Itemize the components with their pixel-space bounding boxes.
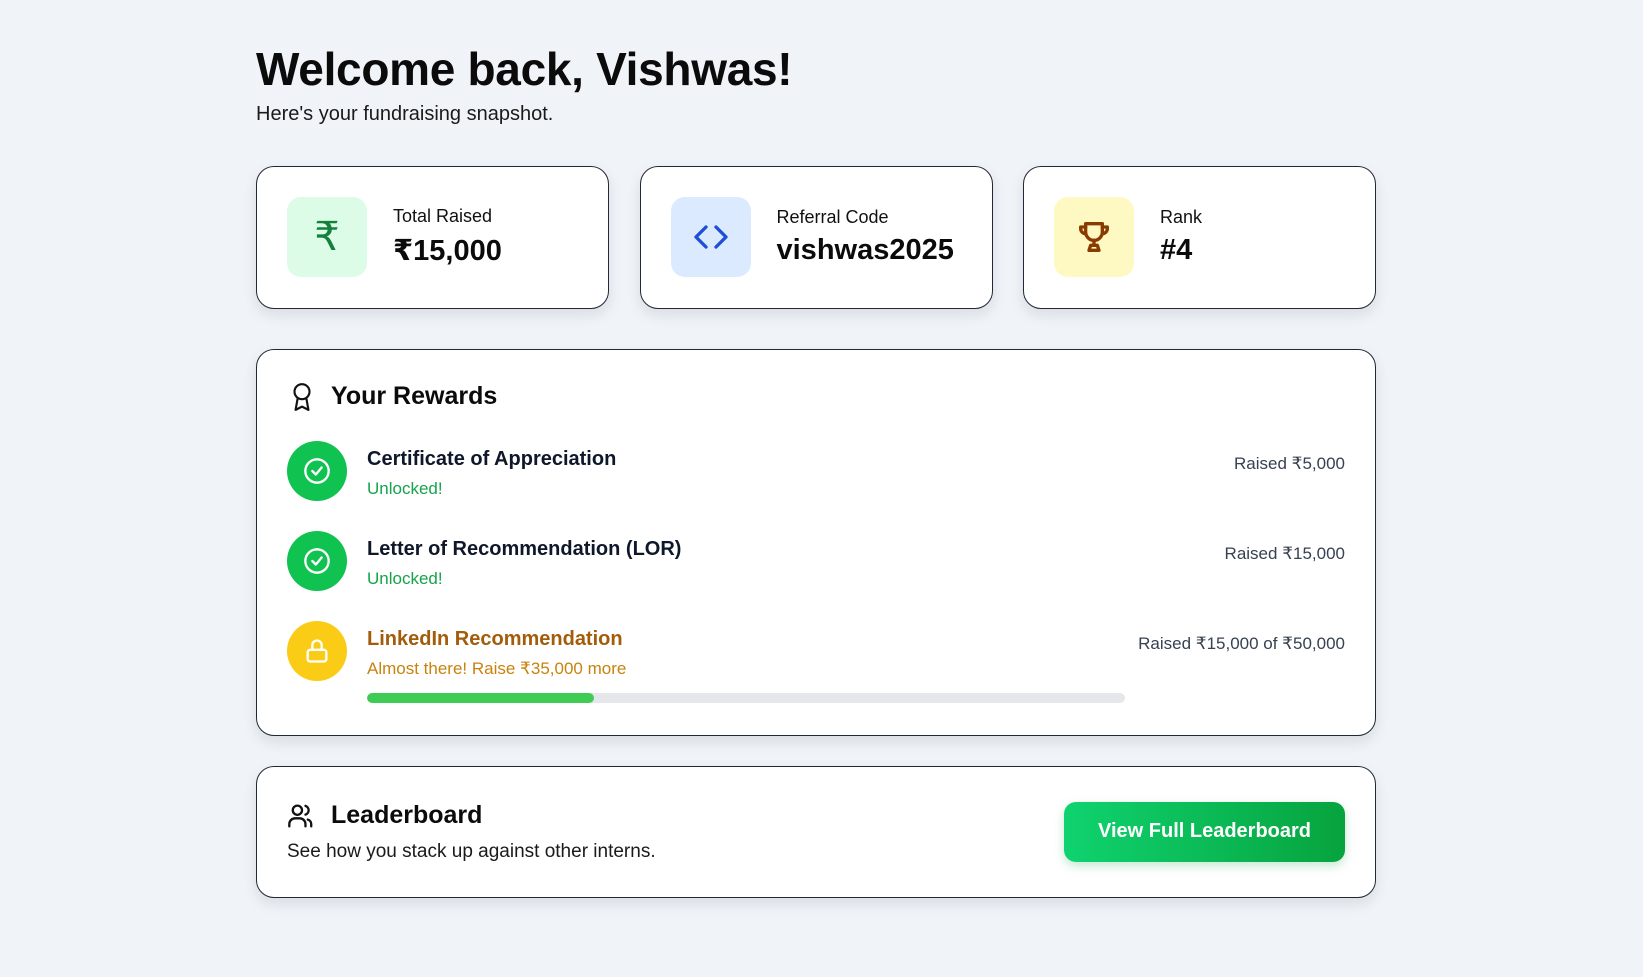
dashboard: Welcome back, Vishwas! Here's your fundr… xyxy=(256,44,1376,898)
reward-progress-bar xyxy=(367,692,1125,703)
lock-icon xyxy=(287,620,347,681)
reward-raised: Raised ₹15,000 of ₹50,000 xyxy=(1138,633,1345,653)
stat-label: Referral Code xyxy=(776,207,889,228)
reward-item-lor: Letter of Recommendation (LOR) Unlocked!… xyxy=(287,530,1345,593)
leaderboard-title: Leaderboard xyxy=(331,801,483,830)
page-title: Welcome back, Vishwas! xyxy=(256,43,793,95)
stat-value: ₹15,000 xyxy=(393,235,502,268)
reward-item-certificate: Certificate of Appreciation Unlocked! Ra… xyxy=(287,440,1345,503)
code-icon xyxy=(670,197,751,278)
award-icon xyxy=(287,382,317,412)
stat-card-rank: Rank #4 xyxy=(1023,165,1376,309)
reward-name: Letter of Recommendation (LOR) xyxy=(367,537,682,560)
reward-raised: Raised ₹15,000 xyxy=(1224,543,1345,563)
rewards-title: Your Rewards xyxy=(331,382,498,411)
check-circle-icon xyxy=(287,440,347,501)
trophy-icon xyxy=(1054,197,1134,278)
stat-value: #4 xyxy=(1160,234,1193,267)
reward-item-linkedin: LinkedIn Recommendation Almost there! Ra… xyxy=(287,620,1345,703)
stat-label: Total Raised xyxy=(393,206,493,227)
reward-status: Unlocked! xyxy=(367,568,443,588)
stat-card-total-raised: ₹ Total Raised ₹15,000 xyxy=(256,165,609,309)
check-circle-icon xyxy=(287,530,347,591)
stats-row: ₹ Total Raised ₹15,000 Referral Code vis… xyxy=(256,165,1376,309)
stat-label: Rank xyxy=(1160,207,1203,228)
reward-name: Certificate of Appreciation xyxy=(367,447,617,470)
stat-card-referral-code: Referral Code vishwas2025 xyxy=(639,165,993,309)
reward-name: LinkedIn Recommendation xyxy=(367,627,623,650)
rupee-icon: ₹ xyxy=(287,197,367,278)
users-icon xyxy=(287,801,317,831)
reward-progress-fill xyxy=(367,692,595,703)
referral-code-value[interactable]: vishwas2025 xyxy=(777,234,954,267)
page-subtitle: Here's your fundraising snapshot. xyxy=(256,102,554,125)
reward-status: Unlocked! xyxy=(367,478,443,498)
rewards-card: Your Rewards Certificate of Appreciation… xyxy=(256,348,1376,736)
reward-status: Almost there! Raise ₹35,000 more xyxy=(367,658,627,678)
leaderboard-card: Leaderboard See how you stack up against… xyxy=(256,765,1376,898)
reward-raised: Raised ₹5,000 xyxy=(1234,453,1345,473)
view-full-leaderboard-button[interactable]: View Full Leaderboard xyxy=(1064,801,1345,862)
